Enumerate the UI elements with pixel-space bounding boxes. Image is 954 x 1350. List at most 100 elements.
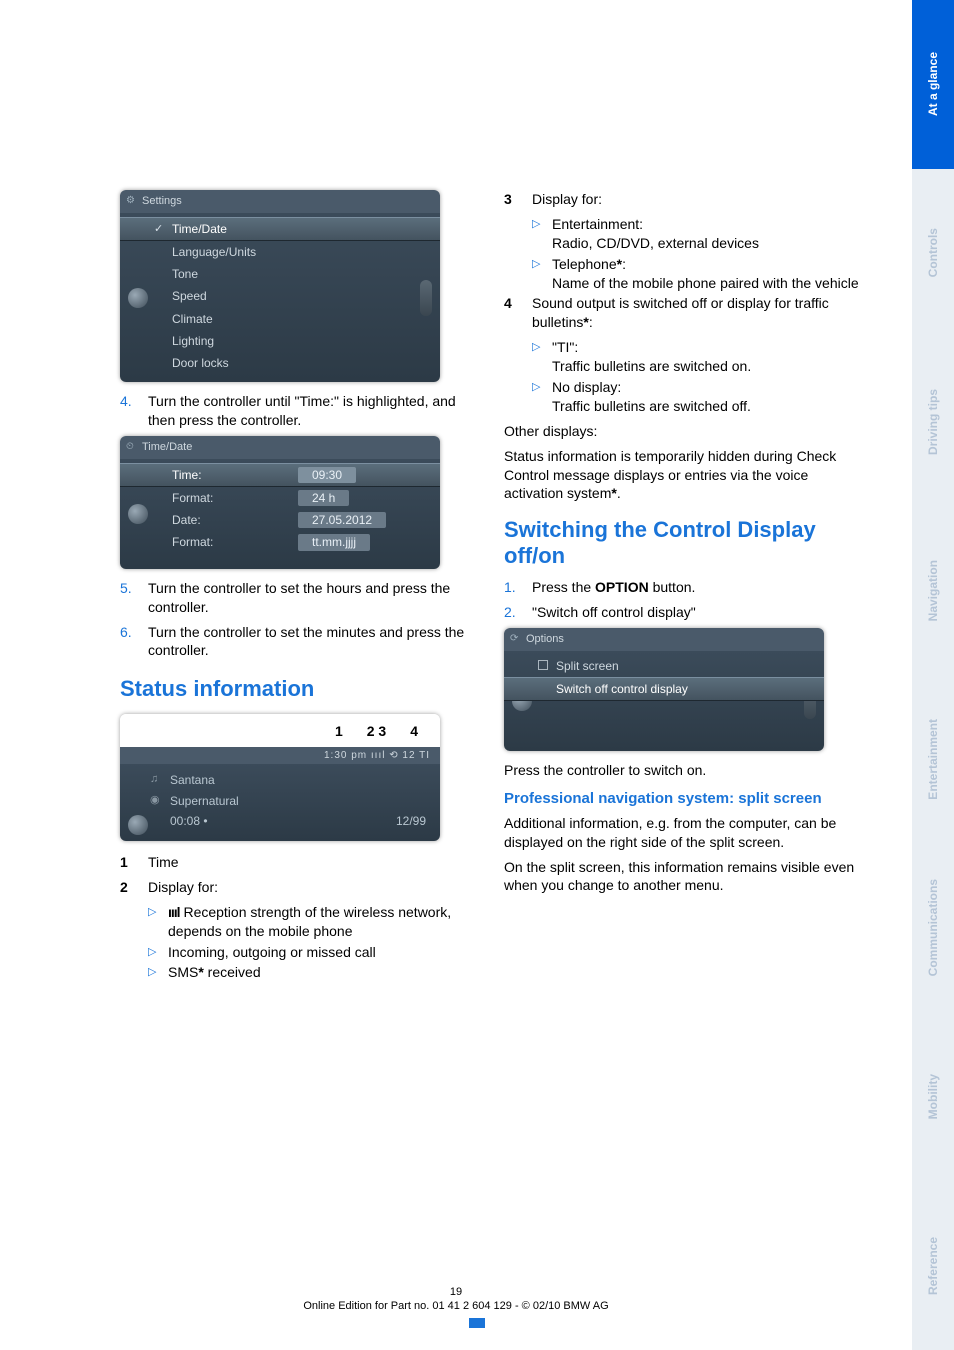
triangle-icon: ▷	[532, 255, 552, 293]
triangle-icon: ▷	[148, 943, 168, 962]
status-info-heading: Status information	[120, 674, 476, 704]
person-icon: ♫	[150, 772, 158, 787]
legend-1: 1 Time	[120, 853, 476, 872]
step-text: Turn the controller to set the hours and…	[148, 579, 476, 617]
status-row: ◉Supernatural	[120, 791, 440, 811]
row-lighting: Lighting	[120, 330, 440, 352]
legend-3: 3 Display for:	[504, 190, 860, 209]
legend-4: 4 Sound output is switched off or displa…	[504, 294, 860, 332]
shot-header: ⚙ Settings	[120, 190, 440, 213]
tab-reference[interactable]: Reference	[912, 1181, 954, 1350]
prof-p2: On the split screen, this information re…	[504, 858, 860, 896]
row-tone: Tone	[120, 263, 440, 285]
legend-num: 3	[504, 190, 532, 209]
bullet-reception: ▷ ıııl Reception strength of the wireles…	[148, 903, 476, 941]
step-4: 4. Turn the controller until "Time:" is …	[120, 392, 476, 430]
bullet-nodisplay: ▷ No display:Traffic bulletins are switc…	[532, 378, 860, 416]
clock-icon: ⏲	[126, 440, 134, 454]
tab-mobility[interactable]: Mobility	[912, 1013, 954, 1182]
tab-communications[interactable]: Communications	[912, 844, 954, 1013]
triangle-icon: ▷	[532, 338, 552, 376]
status-legend-nums: 1 2 3 4	[120, 714, 440, 747]
bullet-call: ▷ Incoming, outgoing or missed call	[148, 943, 476, 962]
checkbox-icon	[538, 660, 548, 670]
knob-icon	[128, 815, 148, 835]
right-column: 3 Display for: ▷ Entertainment:Radio, CD…	[504, 190, 860, 984]
tab-driving-tips[interactable]: Driving tips	[912, 338, 954, 507]
bullet-text: No display:Traffic bulletins are switche…	[552, 378, 860, 416]
step-num: 1.	[504, 578, 532, 597]
status-shot: 1 2 3 4 1:30 pm ıııl ⟲ 12 TI ♫Santana ◉S…	[120, 714, 440, 841]
prof-p1: Additional information, e.g. from the co…	[504, 814, 860, 852]
footer-marker	[469, 1318, 485, 1328]
shot-header: ⟳ Options	[504, 628, 824, 651]
star-icon: *	[611, 485, 616, 501]
status-body: ♫Santana ◉Supernatural 00:08 •12/99	[120, 764, 440, 841]
legend-text: Sound output is switched off or display …	[532, 294, 860, 332]
row-door-locks: Door locks	[120, 352, 440, 374]
row-switch-off: Switch off control display	[504, 677, 824, 701]
tab-at-a-glance[interactable]: At a glance	[912, 0, 954, 169]
footer: 19 Online Edition for Part no. 01 41 2 6…	[0, 1286, 912, 1312]
timedate-shot: ⏲ Time/Date Time:09:30 Format:24 h Date:…	[120, 436, 440, 569]
row-time: Time:09:30	[120, 463, 440, 487]
legend-num: 2	[120, 878, 148, 897]
star-icon: *	[583, 314, 588, 330]
page-number: 19	[0, 1286, 912, 1298]
tab-entertainment[interactable]: Entertainment	[912, 675, 954, 844]
shot-body: ✓Time/Date Language/Units Tone Speed Cli…	[120, 213, 440, 382]
switch-step-2: 2. "Switch off control display"	[504, 603, 860, 622]
bullet-telephone: ▷ Telephone*:Name of the mobile phone pa…	[532, 255, 860, 293]
legend-23: 2 3	[367, 722, 386, 741]
bullet-text: Entertainment:Radio, CD/DVD, external de…	[552, 215, 860, 253]
legend-1: 1	[335, 722, 343, 741]
bullet-text: ıııl Reception strength of the wireless …	[168, 903, 476, 941]
switch-step-1: 1. Press the OPTION button.	[504, 578, 860, 597]
bullet-text: SMS* received	[168, 963, 476, 982]
step-num: 5.	[120, 579, 148, 617]
step-num: 2.	[504, 603, 532, 622]
row-language: Language/Units	[120, 241, 440, 263]
step-text: Press the OPTION button.	[532, 578, 860, 597]
signal-bars-icon: ıııl	[168, 904, 180, 920]
row-format2: Format:tt.mm.jjjj	[120, 531, 440, 553]
bullet-sms: ▷ SMS* received	[148, 963, 476, 982]
options-shot: ⟳ Options Split screen Switch off contro…	[504, 628, 824, 751]
check-icon: ✓	[154, 222, 163, 237]
status-bar: 1:30 pm ıııl ⟲ 12 TI	[120, 747, 440, 765]
legend-num: 4	[504, 294, 532, 332]
row-time-date: ✓Time/Date	[120, 217, 440, 241]
shot-body: Time:09:30 Format:24 h Date:27.05.2012 F…	[120, 459, 440, 569]
step-5: 5. Turn the controller to set the hours …	[120, 579, 476, 617]
shot-body: Split screen Switch off control display	[504, 651, 824, 751]
side-tabs: At a glance Controls Driving tips Naviga…	[912, 0, 954, 1350]
triangle-icon: ▷	[532, 215, 552, 253]
bullet-text: Incoming, outgoing or missed call	[168, 943, 476, 962]
legend-text: Display for:	[148, 878, 476, 897]
status-row: 00:08 •12/99	[120, 811, 440, 831]
row-split-screen: Split screen	[504, 655, 824, 677]
tab-controls[interactable]: Controls	[912, 169, 954, 338]
prof-nav-heading: Professional navigation system: split sc…	[504, 789, 860, 809]
bullet-ti: ▷ "TI":Traffic bulletins are switched on…	[532, 338, 860, 376]
bullet-text: "TI":Traffic bulletins are switched on.	[552, 338, 860, 376]
step-text: "Switch off control display"	[532, 603, 860, 622]
triangle-icon: ▷	[148, 963, 168, 982]
legend-text: Time	[148, 853, 476, 872]
tab-navigation[interactable]: Navigation	[912, 506, 954, 675]
switching-heading: Switching the Control Display off/on	[504, 517, 860, 568]
star-icon: *	[617, 256, 622, 272]
legend-2: 2 Display for:	[120, 878, 476, 897]
step-6: 6. Turn the controller to set the minute…	[120, 623, 476, 661]
legend-num: 1	[120, 853, 148, 872]
status-row: ♫Santana	[120, 770, 440, 790]
left-column: ⚙ Settings ✓Time/Date Language/Units Ton…	[120, 190, 476, 984]
options-icon: ⟳	[510, 632, 518, 646]
bullet-text: Telephone*:Name of the mobile phone pair…	[552, 255, 860, 293]
triangle-icon: ▷	[148, 903, 168, 941]
other-displays-t: Status information is temporarily hidden…	[504, 447, 860, 504]
shot-title: Options	[526, 633, 564, 645]
shot-title: Settings	[142, 195, 182, 207]
press-on-text: Press the controller to switch on.	[504, 761, 860, 780]
step-text: Turn the controller to set the minutes a…	[148, 623, 476, 661]
